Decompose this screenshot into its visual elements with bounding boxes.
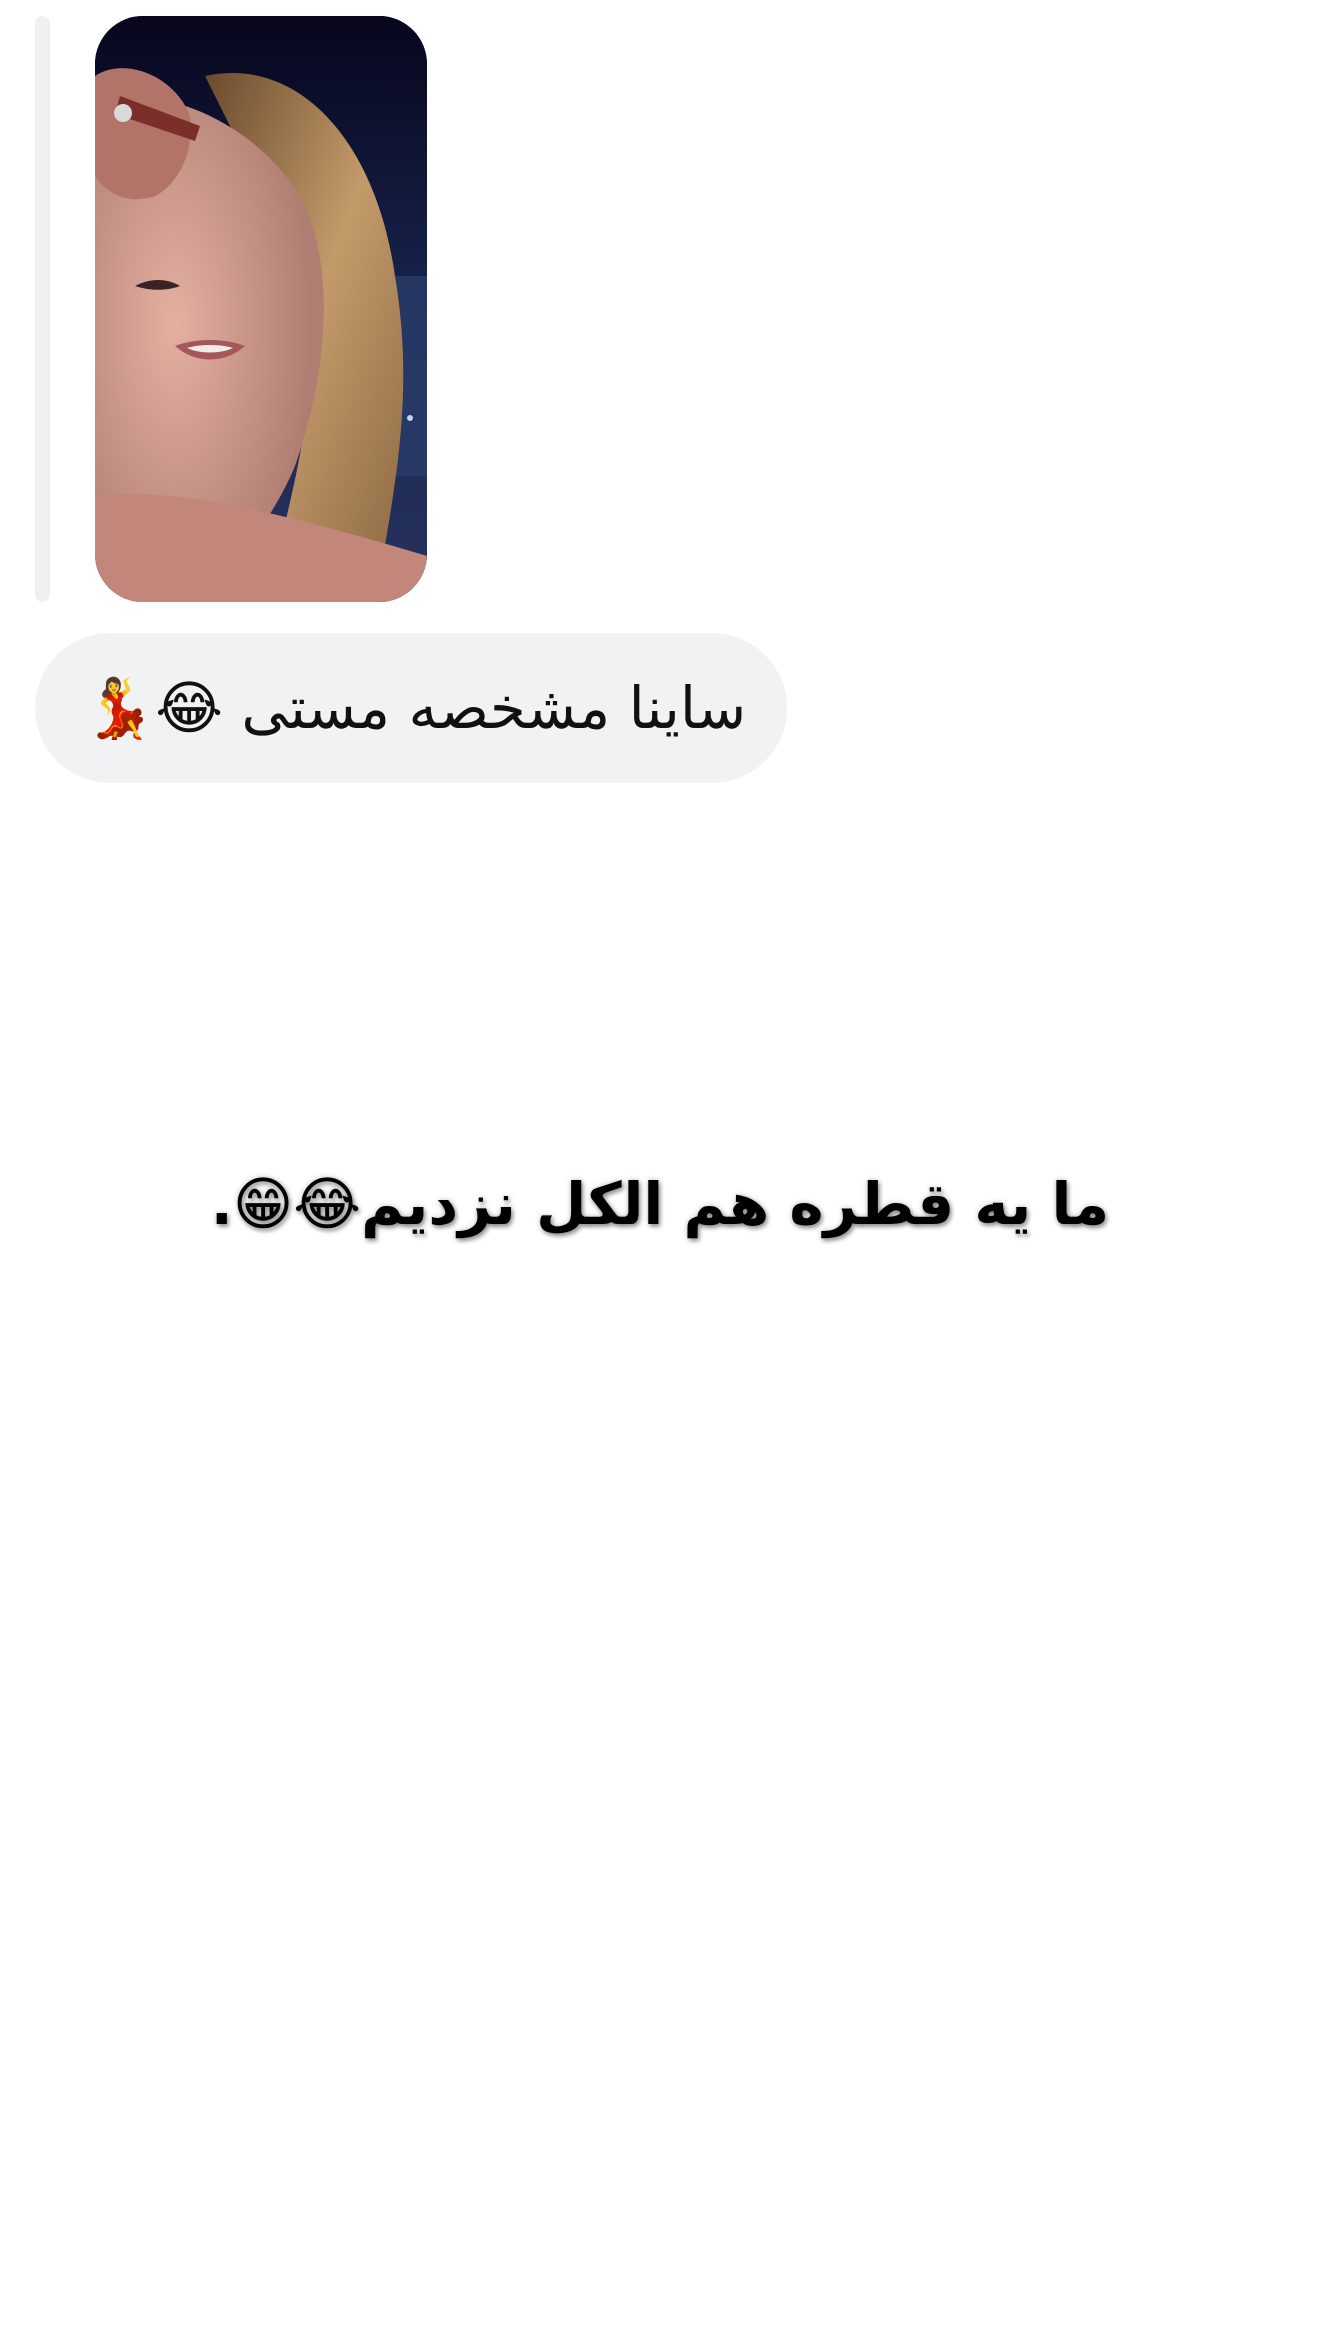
reply-quote-bar: [35, 16, 50, 602]
message-bubble[interactable]: ساینا مشخصه مستی 😂💃: [35, 633, 787, 783]
caption-text: ما یه قطره هم الکل نزدیم😂😁.: [210, 1170, 1110, 1238]
video-thumbnail-image: [95, 16, 427, 602]
message-text: ساینا مشخصه مستی 😂💃: [83, 673, 747, 742]
video-thumbnail[interactable]: [95, 16, 427, 602]
